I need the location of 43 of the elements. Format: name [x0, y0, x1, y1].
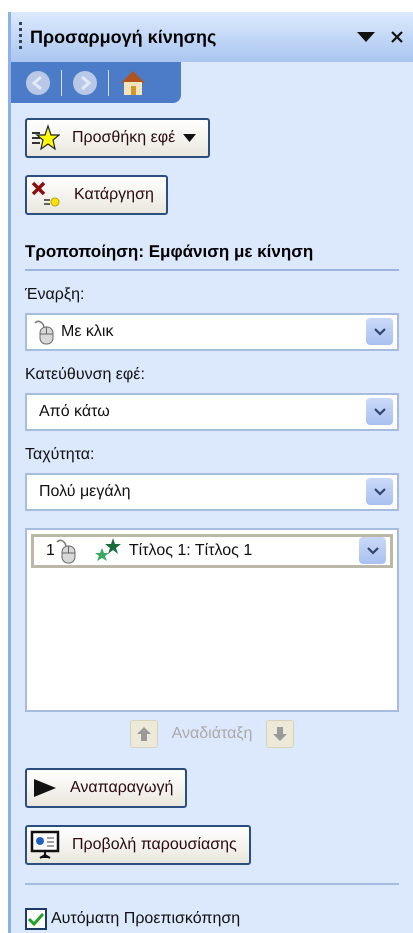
section-heading: Τροποποίηση: Εμφάνιση με κίνηση — [25, 239, 399, 270]
dropdown-value: Με κλικ — [61, 322, 114, 342]
back-icon[interactable] — [25, 70, 51, 96]
play-button[interactable]: Αναπαραγωγή — [25, 768, 188, 808]
dropdown-button[interactable] — [359, 537, 386, 564]
dropdown-button[interactable] — [366, 398, 393, 425]
dropdown-value: Από κάτω — [39, 402, 111, 422]
field-label: Ταχύτητα: — [25, 444, 96, 464]
check-icon — [28, 912, 44, 926]
mouse-icon — [33, 318, 55, 344]
caret-down-icon — [183, 134, 196, 142]
chevron-down-icon — [374, 408, 386, 416]
chevron-down-icon — [374, 328, 386, 336]
dropdown-button[interactable] — [366, 478, 393, 505]
mouse-icon — [54, 538, 77, 564]
field-label: Έναρξη: — [25, 284, 86, 304]
forward-icon[interactable] — [72, 70, 98, 96]
arrow-down-icon — [272, 726, 288, 742]
close-icon[interactable] — [391, 31, 403, 43]
add-effect-button[interactable]: Προσθήκη εφέ — [25, 118, 210, 158]
checkbox[interactable] — [25, 908, 47, 930]
chevron-down-icon — [374, 488, 386, 496]
arrow-up-icon — [136, 726, 152, 742]
dropdown-button[interactable] — [366, 318, 393, 345]
home-icon[interactable] — [119, 68, 147, 96]
dropdown-value: Πολύ μεγάλη — [39, 482, 132, 502]
checkbox-label: Αυτόματη Προεπισκόπηση — [51, 908, 240, 928]
effect-item[interactable]: 1 Τίτλος 1: Τίτλος 1 — [31, 534, 393, 568]
star-icon — [30, 123, 60, 153]
dropdown-field[interactable]: Πολύ μεγάλη — [25, 472, 399, 510]
pane-title: Προσαρμογή κίνησης — [30, 26, 218, 49]
dropdown-field[interactable]: Από κάτω — [25, 392, 399, 430]
slideshow-button[interactable]: Προβολή παρουσίασης — [25, 824, 251, 864]
grip-icon — [19, 22, 22, 52]
remove-button[interactable]: Κατάργηση — [25, 175, 168, 215]
field-label: Κατεύθυνση εφέ: — [25, 364, 146, 384]
caret-down-icon[interactable] — [357, 32, 375, 42]
effect-name: Τίτλος 1: Τίτλος 1 — [128, 540, 254, 560]
effect-number: 1 — [46, 540, 55, 560]
reorder-label: Αναδιάταξη — [172, 724, 252, 744]
projector-screen-icon — [30, 830, 60, 860]
chevron-down-icon — [366, 546, 378, 554]
dropdown-field[interactable]: Με κλικ — [25, 312, 399, 350]
